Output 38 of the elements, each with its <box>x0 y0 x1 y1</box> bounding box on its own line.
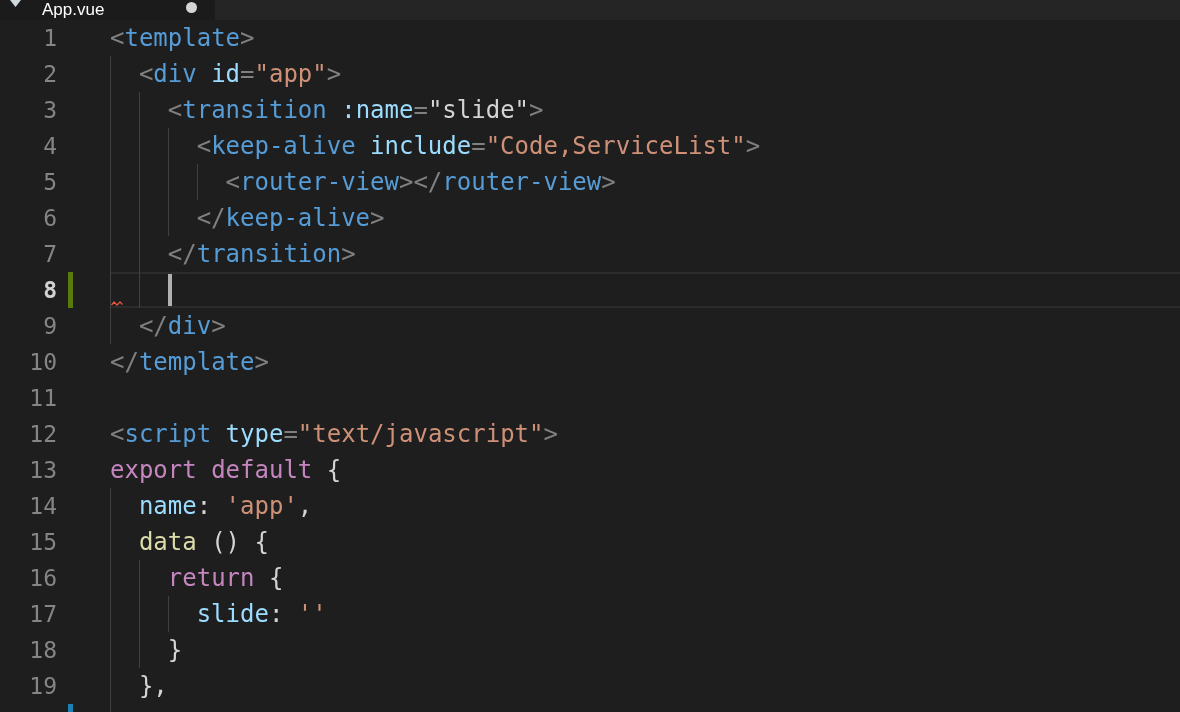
code-line: <div id="app"> <box>138 59 342 90</box>
code-line: data () { <box>138 527 269 558</box>
line-number: 1 <box>43 24 57 53</box>
line-number: 11 <box>29 384 57 413</box>
line-number: 13 <box>29 456 57 485</box>
line-number: 19 <box>29 672 57 701</box>
line-number: 7 <box>43 240 57 269</box>
code-line: </transition> <box>167 239 356 270</box>
line-number: 14 <box>29 492 57 521</box>
code-line: } <box>167 635 183 666</box>
line-number: 8 <box>43 276 57 305</box>
triangle-icon <box>10 0 21 7</box>
code-line: <template> <box>110 23 255 54</box>
line-number: 6 <box>43 204 57 233</box>
line-number: 3 <box>43 96 57 125</box>
code-line: </template> <box>110 347 269 378</box>
code-line: export default { <box>110 455 342 486</box>
code-line: <keep-alive include="Code,ServiceList"> <box>196 131 761 162</box>
line-number: 9 <box>43 312 57 341</box>
line-number: 10 <box>29 348 57 377</box>
line-number: 4 <box>43 132 57 161</box>
line-number: 5 <box>43 168 57 197</box>
code-line: <script type="text/javascript"> <box>110 419 558 450</box>
line-number: 17 <box>29 600 57 629</box>
line-number: 15 <box>29 528 57 557</box>
code-line: </div> <box>138 311 226 342</box>
line-number: 16 <box>29 564 57 593</box>
editor-tab[interactable]: App.vue <box>0 0 215 20</box>
code-line: slide: '' <box>196 599 327 630</box>
line-number: 18 <box>29 636 57 665</box>
line-number: 12 <box>29 420 57 449</box>
code-line: name: 'app', <box>138 491 313 522</box>
code-line: <router-view></router-view> <box>225 167 616 198</box>
code-line: <transition :name="slide"> <box>167 95 544 126</box>
code-line: return { <box>167 563 284 594</box>
line-number: 2 <box>43 60 57 89</box>
code-line: </keep-alive> <box>196 203 385 234</box>
code-line: }, <box>138 671 168 702</box>
